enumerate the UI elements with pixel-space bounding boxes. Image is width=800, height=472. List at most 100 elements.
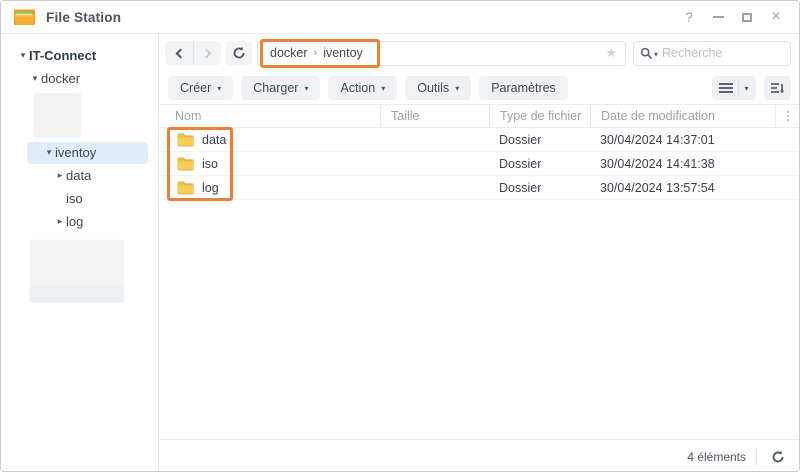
view-mode-button[interactable] [712,76,756,100]
file-name: data [202,132,227,147]
list-view-icon [719,83,734,93]
refresh-list-button[interactable] [767,446,789,468]
table-row[interactable]: data Dossier 30/04/2024 14:37:01 [159,128,799,152]
status-bar: 4 éléments [159,439,799,471]
column-header-name[interactable]: Nom [159,105,380,127]
tree-item-label: log [66,214,84,229]
column-header-type[interactable]: Type de fichier [489,105,590,127]
tools-button[interactable]: Outils [405,76,472,100]
sort-icon [771,82,785,93]
sort-button[interactable] [764,76,791,100]
tree-item-docker[interactable]: docker [1,67,158,90]
column-header-date[interactable]: Date de modification [590,105,775,127]
search-input[interactable] [662,46,784,60]
title-bar: File Station ? × [1,1,799,34]
folder-icon [177,133,194,146]
tree-item-label: iventoy [55,145,97,160]
collapse-caret-icon[interactable] [43,147,55,158]
selected-highlight: iventoy [27,141,148,164]
settings-button[interactable]: Paramètres [479,76,568,100]
file-name-cell[interactable]: iso [159,157,380,171]
tree-item-log[interactable]: log [1,210,158,233]
collapse-caret-icon[interactable] [17,50,29,61]
empty-area [159,200,799,439]
breadcrumb-root[interactable]: docker [270,46,308,60]
file-date: 30/04/2024 14:37:01 [600,132,715,147]
tree-item-iventoy-selected[interactable]: iventoy [1,141,158,164]
button-label: Charger [253,81,299,95]
main-panel: docker › iventoy ★ ▾ Recherche Créer ▾ C… [159,34,799,471]
file-type: Dossier [499,180,542,195]
breadcrumb-path-bar[interactable]: docker › iventoy [257,38,626,68]
upload-button[interactable]: Charger [241,76,321,100]
dropdown-caret-icon [304,84,308,93]
file-date: 30/04/2024 13:57:54 [600,180,715,195]
table-row[interactable]: iso Dossier 30/04/2024 14:41:38 [159,152,799,176]
redacted-blur [34,93,81,138]
button-label: Action [340,81,376,95]
history-nav-group [165,41,221,65]
table-header: Nom Taille Type de fichier Date de modif… [159,104,799,128]
table-row[interactable]: log Dossier 30/04/2024 13:57:54 [159,176,799,200]
dropdown-caret-icon [381,84,385,93]
vertical-dots-icon [786,111,789,121]
divider [756,448,757,465]
breadcrumb: docker › iventoy [270,46,363,60]
refresh-icon [772,450,784,462]
folder-icon [177,157,194,170]
tree-item-label: data [66,168,92,183]
file-name-cell[interactable]: data [159,133,380,147]
button-label: Paramètres [491,81,556,95]
file-station-app-icon [14,9,35,25]
minimize-button[interactable] [707,6,729,28]
file-name-cell[interactable]: log [159,181,380,195]
search-scope-caret-icon[interactable] [654,50,658,59]
forward-button-disabled[interactable] [193,41,221,65]
chevron-left-icon [175,48,186,58]
expand-caret-icon[interactable] [54,170,66,181]
breadcrumb-separator: › [313,47,318,59]
items-count: 4 éléments [687,449,746,464]
divider [738,80,740,96]
maximize-icon [742,12,752,22]
maximize-button[interactable] [736,6,758,28]
tree-item-iso[interactable]: iso [1,187,158,210]
button-label: Outils [417,81,450,95]
tree-item-label: IT-Connect [29,48,97,63]
search-box[interactable] [633,40,791,66]
expand-caret-icon[interactable] [54,216,66,227]
toolbar: Créer Charger Action Outils Paramètres [159,72,799,104]
breadcrumb-current[interactable]: iventoy [323,46,363,60]
file-station-window: File Station ? × IT-Connect docker ivent… [0,0,800,472]
file-list: data Dossier 30/04/2024 14:37:01 iso Dos… [159,127,799,201]
dropdown-caret-icon [455,84,459,93]
action-button[interactable]: Action [328,76,398,100]
refresh-button[interactable] [226,41,252,65]
file-type: Dossier [499,132,542,147]
chevron-right-icon [201,48,211,58]
file-name: iso [202,156,218,171]
create-button[interactable]: Créer [168,76,234,100]
file-date: 30/04/2024 14:41:38 [600,156,715,171]
help-button[interactable]: ? [678,6,700,28]
search-icon [640,47,653,59]
file-name: log [202,180,219,195]
tree-item-data[interactable]: data [1,164,158,187]
minimize-icon [712,16,724,18]
tree-item-label: iso [66,191,83,206]
button-label: Créer [180,81,212,95]
file-type: Dossier [499,156,542,171]
favorite-star-icon[interactable] [605,45,617,61]
close-button[interactable]: × [765,6,787,28]
column-options-button[interactable] [775,105,799,127]
dropdown-caret-icon [744,84,748,93]
tree-item-it-connect[interactable]: IT-Connect [1,44,158,67]
navigation-bar: docker › iventoy [159,34,799,72]
refresh-icon [233,46,245,59]
folder-icon [177,181,194,194]
tree-item-label: docker [41,71,81,86]
back-button[interactable] [165,41,193,65]
column-header-size[interactable]: Taille [380,105,489,127]
collapse-caret-icon[interactable] [29,73,41,84]
redacted-blur [29,240,124,303]
